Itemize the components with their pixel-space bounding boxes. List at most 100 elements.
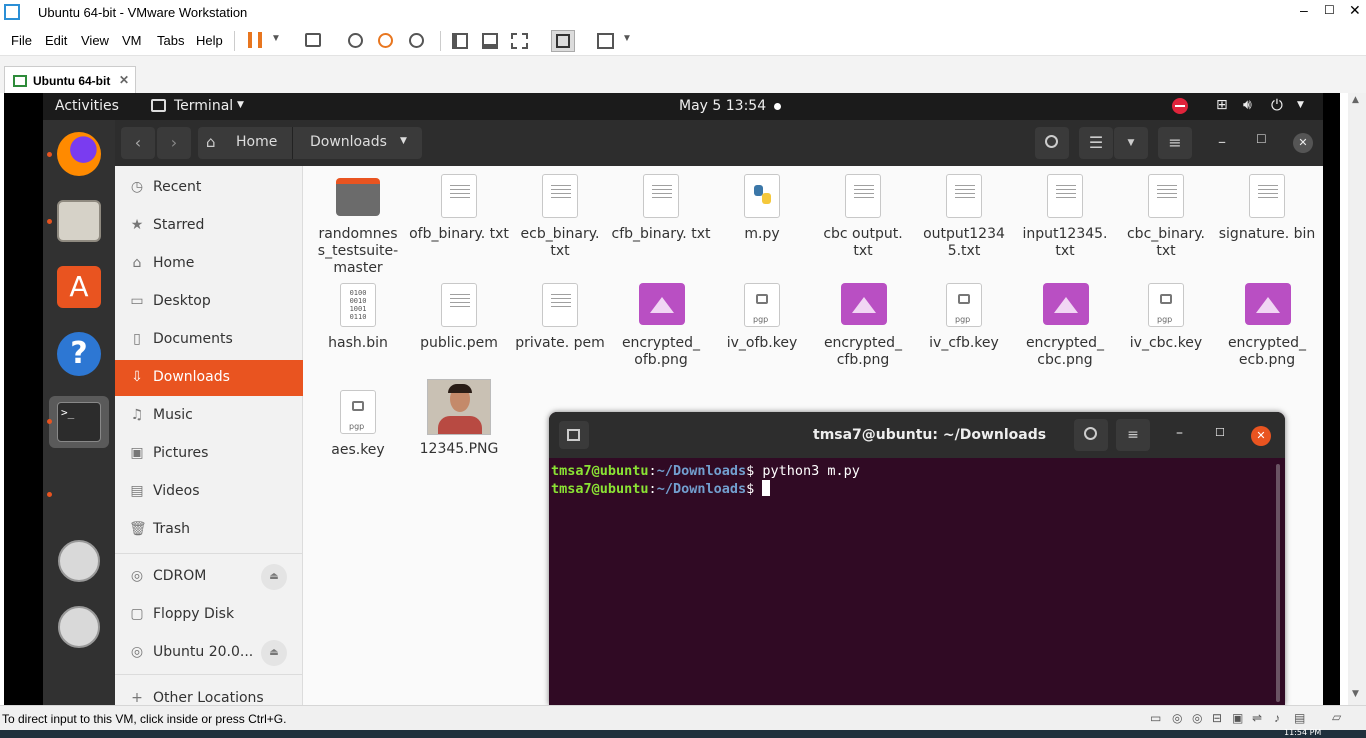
- sidebar-item-desktop[interactable]: ▭ Desktop: [115, 284, 303, 320]
- terminal-output[interactable]: tmsa7@ubuntu:~/Downloads$ python3 m.py t…: [551, 462, 1271, 702]
- sidebar-item-floppy[interactable]: ▢ Floppy Disk: [115, 597, 303, 633]
- fullscreen-icon[interactable]: [511, 33, 528, 49]
- terminal-search-button[interactable]: [1074, 419, 1108, 451]
- file-item[interactable]: encrypted_ cbc.png: [1015, 283, 1115, 369]
- file-item[interactable]: pgp iv_ofb.key: [712, 283, 812, 352]
- forward-button[interactable]: ›: [157, 127, 191, 159]
- taskbar-clock[interactable]: 11:54 PM: [1284, 729, 1321, 737]
- chevron-down-icon[interactable]: ▼: [237, 100, 244, 110]
- terminal-menu-button[interactable]: ≡: [1116, 419, 1150, 451]
- eject-icon[interactable]: ⏏: [261, 564, 287, 590]
- sidebar-item-downloads[interactable]: ⇩ Downloads: [115, 360, 303, 396]
- file-item[interactable]: signature. bin: [1217, 174, 1317, 243]
- sidebar-item-documents[interactable]: ▯ Documents: [115, 322, 303, 358]
- console-view-icon[interactable]: [551, 30, 575, 52]
- menu-tabs[interactable]: Tabs: [157, 33, 184, 48]
- sidebar-item-trash[interactable]: 🗑︎ Trash: [115, 512, 303, 548]
- file-item[interactable]: encrypted_ cfb.png: [813, 283, 913, 369]
- file-item[interactable]: pgp iv_cbc.key: [1116, 283, 1216, 352]
- sidebar-item-pictures[interactable]: ▣ Pictures: [115, 436, 303, 472]
- snapshot-icon[interactable]: [348, 33, 363, 48]
- minimize-icon[interactable]: –: [1218, 132, 1226, 151]
- tab-ubuntu[interactable]: Ubuntu 64-bit ✕: [4, 66, 136, 93]
- maximize-icon[interactable]: ☐: [1324, 3, 1335, 17]
- tab-close-icon[interactable]: ✕: [119, 73, 129, 87]
- floppy-icon[interactable]: ▣: [1232, 711, 1243, 725]
- firefox-icon[interactable]: [57, 132, 101, 176]
- files-icon[interactable]: [57, 200, 101, 242]
- software-center-icon[interactable]: A: [57, 266, 101, 308]
- power-icon[interactable]: ⏻: [1271, 96, 1283, 114]
- help-icon[interactable]: ?: [57, 332, 101, 376]
- hdd-icon[interactable]: ▭: [1150, 711, 1161, 725]
- file-item[interactable]: encrypted_ ofb.png: [611, 283, 711, 369]
- view-options-button[interactable]: ▼: [1114, 127, 1148, 159]
- file-item[interactable]: cfb_binary. txt: [611, 174, 711, 243]
- stretch-icon[interactable]: [597, 33, 614, 49]
- usb-icon[interactable]: ⇌: [1252, 711, 1262, 725]
- terminal-window[interactable]: tmsa7@ubuntu: ~/Downloads ≡ – ☐ ✕ tmsa7@…: [549, 412, 1285, 705]
- file-item[interactable]: m.py: [712, 174, 812, 243]
- pause-icon[interactable]: [248, 32, 262, 48]
- maximize-icon[interactable]: ☐: [1256, 132, 1267, 146]
- chevron-down-icon[interactable]: ▼: [400, 136, 407, 146]
- menu-view[interactable]: View: [81, 33, 109, 48]
- app-menu[interactable]: Terminal: [174, 98, 233, 114]
- file-item[interactable]: randomnes s_testsuite- master: [308, 174, 408, 277]
- sidebar-item-ubuntu-disc[interactable]: ◎ Ubuntu 20.0... ⏏: [115, 635, 303, 671]
- sound-icon[interactable]: ♪: [1274, 711, 1280, 725]
- file-item[interactable]: private. pem: [510, 283, 610, 352]
- vm-display[interactable]: Activities Terminal ▼ May 5 13:54 ⊞ 🔊︎ ⏻…: [4, 93, 1340, 705]
- terminal-scrollbar[interactable]: [1276, 464, 1280, 702]
- network-adapter-icon[interactable]: ⊟: [1212, 711, 1222, 725]
- search-button[interactable]: [1035, 127, 1069, 159]
- list-view-button[interactable]: ☰: [1079, 127, 1113, 159]
- message-icon[interactable]: ▱: [1332, 710, 1341, 724]
- menu-help[interactable]: Help: [196, 33, 223, 48]
- network-icon[interactable]: ⊞: [1216, 97, 1228, 113]
- maximize-icon[interactable]: ☐: [1215, 426, 1225, 439]
- library-icon[interactable]: [452, 33, 468, 49]
- revert-snapshot-icon[interactable]: [378, 33, 393, 48]
- vm-scrollbar[interactable]: ▲ ▼: [1348, 93, 1366, 705]
- cd-icon[interactable]: ◎: [1172, 711, 1182, 725]
- chevron-down-icon[interactable]: ▼: [622, 33, 632, 44]
- eject-icon[interactable]: ⏏: [261, 640, 287, 666]
- sidebar-item-home[interactable]: ⌂ Home: [115, 246, 303, 282]
- terminal-dock-icon[interactable]: >_: [49, 396, 109, 448]
- activities-button[interactable]: Activities: [55, 98, 119, 114]
- close-icon[interactable]: ✕: [1349, 2, 1361, 19]
- sidebar-item-other-locations[interactable]: + Other Locations: [115, 681, 303, 705]
- file-item[interactable]: 0100 0010 1001 0110 hash.bin: [308, 283, 408, 352]
- thumbnail-bar-icon[interactable]: [482, 33, 498, 49]
- file-item[interactable]: ofb_binary. txt: [409, 174, 509, 243]
- snapshot-manager-icon[interactable]: [409, 33, 424, 48]
- file-item[interactable]: 12345.PNG: [409, 379, 509, 458]
- menu-button[interactable]: ≡: [1158, 127, 1192, 159]
- do-not-disturb-icon[interactable]: [1172, 98, 1188, 114]
- menu-vm[interactable]: VM: [122, 33, 142, 48]
- minimize-icon[interactable]: –: [1176, 425, 1183, 441]
- file-item[interactable]: ecb_binary. txt: [510, 174, 610, 260]
- file-item[interactable]: input12345. txt: [1015, 174, 1115, 260]
- dvd-icon[interactable]: [58, 606, 100, 648]
- file-item[interactable]: cbc_binary. txt: [1116, 174, 1216, 260]
- file-item[interactable]: output1234 5.txt: [914, 174, 1014, 260]
- new-tab-button[interactable]: [559, 421, 589, 449]
- sidebar-item-videos[interactable]: ▤ Videos: [115, 474, 303, 510]
- sidebar-item-music[interactable]: ♫ Music: [115, 398, 303, 434]
- chevron-down-icon[interactable]: ▼: [271, 33, 281, 44]
- volume-icon[interactable]: 🔊︎: [1243, 97, 1252, 113]
- file-item[interactable]: cbc output. txt: [813, 174, 913, 260]
- close-icon[interactable]: ✕: [1293, 133, 1313, 153]
- menu-file[interactable]: File: [11, 33, 32, 48]
- sidebar-item-starred[interactable]: ★ Starred: [115, 208, 303, 244]
- send-ctrl-alt-del-icon[interactable]: [305, 33, 321, 47]
- chevron-down-icon[interactable]: ▼: [1297, 100, 1304, 110]
- breadcrumb-current[interactable]: Downloads: [310, 134, 387, 150]
- cd-icon[interactable]: ◎: [1192, 711, 1202, 725]
- file-item[interactable]: pgp aes.key: [308, 390, 408, 459]
- menu-edit[interactable]: Edit: [45, 33, 67, 48]
- clock[interactable]: May 5 13:54: [679, 98, 766, 114]
- back-button[interactable]: ‹: [121, 127, 155, 159]
